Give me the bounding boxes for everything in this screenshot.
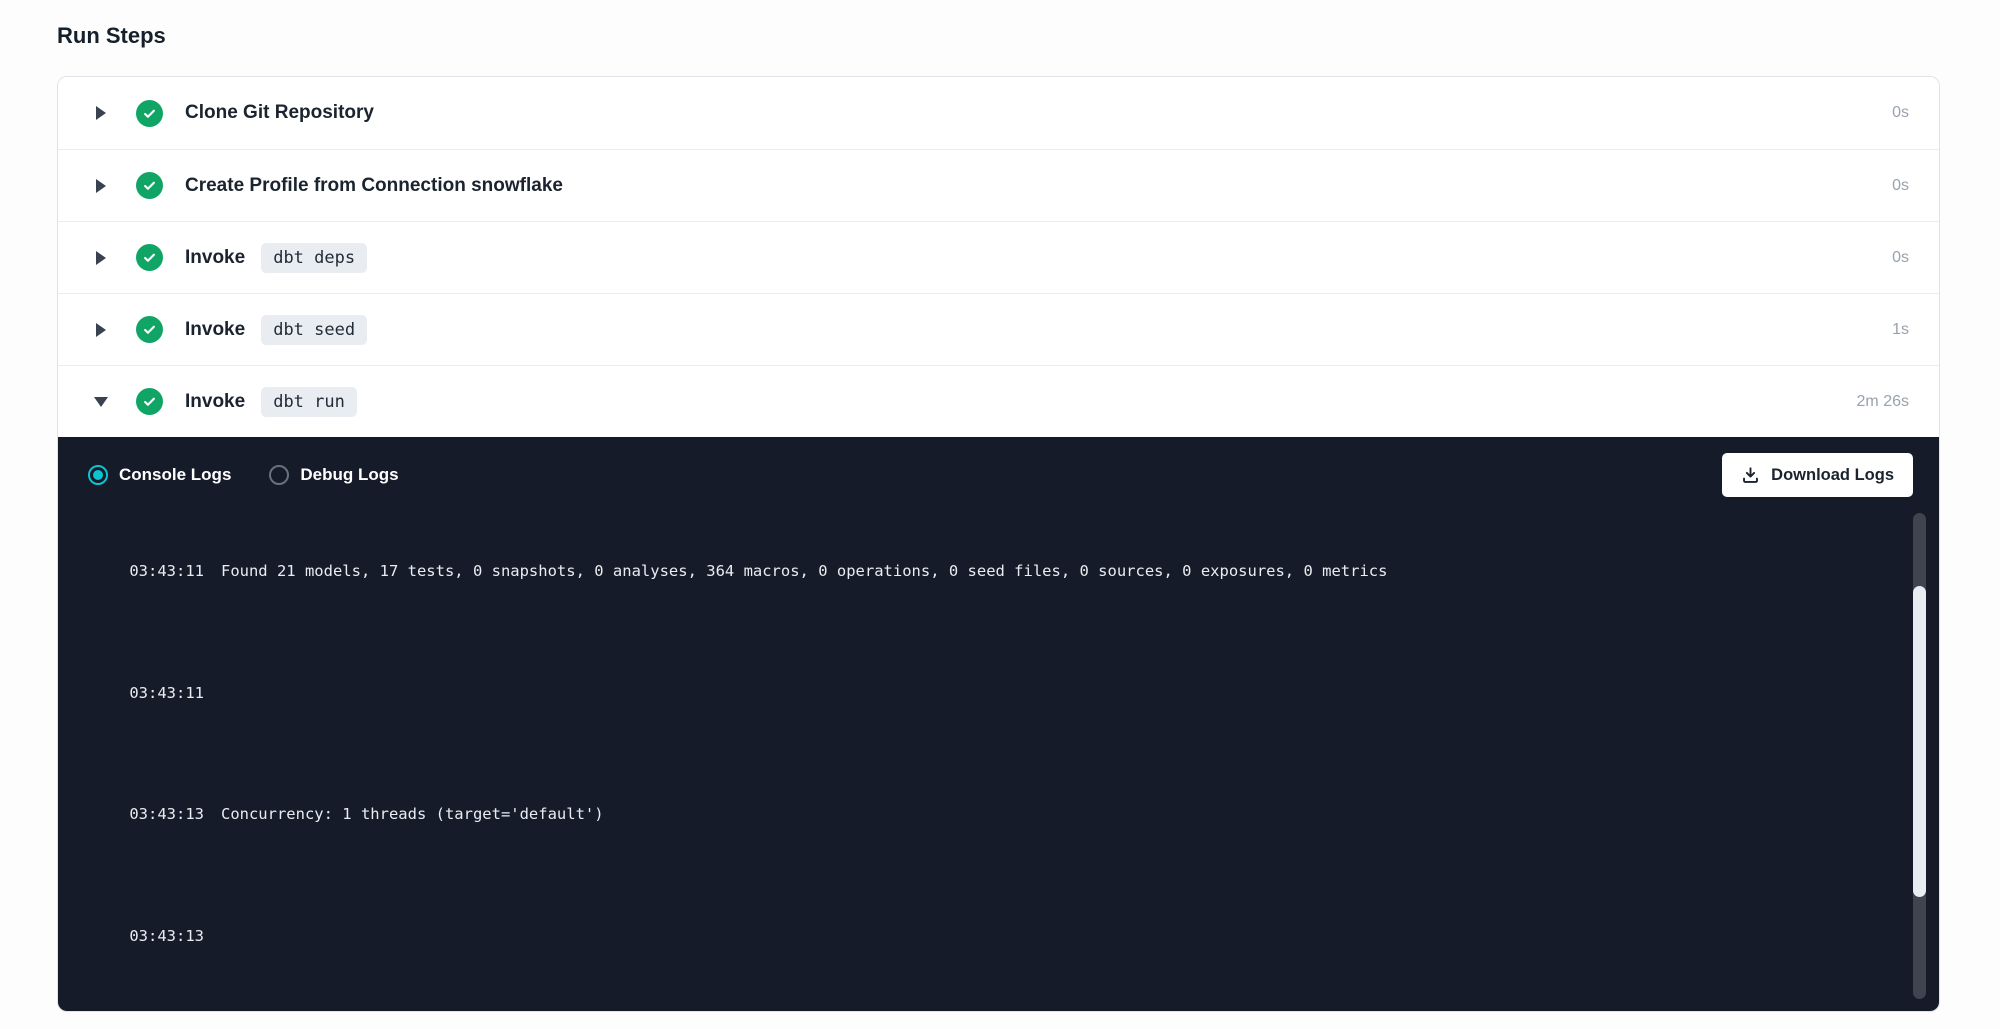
radio-icon	[88, 465, 108, 485]
success-check-icon	[136, 100, 163, 127]
step-duration: 0s	[1892, 249, 1909, 267]
log-message: Found 21 models, 17 tests, 0 snapshots, …	[221, 562, 1387, 580]
log-line: 03:43:11 Found 21 models, 17 tests, 0 sna…	[92, 541, 1879, 602]
step-command-badge: dbt seed	[261, 315, 367, 345]
tab-debug-logs[interactable]: Debug Logs	[269, 465, 398, 485]
step-duration: 0s	[1892, 104, 1909, 122]
caret-icon[interactable]	[92, 179, 110, 193]
log-timestamp: 03:43:11	[129, 562, 204, 580]
step-duration: 1s	[1892, 321, 1909, 339]
console-log-area[interactable]: 03:43:11 Found 21 models, 17 tests, 0 sna…	[58, 509, 1939, 1011]
success-check-icon	[136, 388, 163, 415]
step-command-badge: dbt run	[261, 387, 357, 417]
steps-card: Clone Git Repository 0s Create Profile f…	[57, 76, 1940, 1012]
log-scrollbar-thumb[interactable]	[1913, 586, 1926, 897]
page-title: Run Steps	[57, 22, 1940, 50]
download-button-label: Download Logs	[1771, 466, 1894, 485]
log-timestamp: 03:43:13	[129, 927, 204, 945]
step-label: Invoke	[185, 319, 245, 341]
step-label: Invoke	[185, 247, 245, 269]
download-icon	[1741, 466, 1760, 485]
caret-icon[interactable]	[92, 251, 110, 265]
download-logs-button[interactable]: Download Logs	[1722, 453, 1913, 497]
caret-icon[interactable]	[92, 106, 110, 120]
log-timestamp: 03:43:13	[129, 805, 204, 823]
steps-list: Clone Git Repository 0s Create Profile f…	[58, 77, 1939, 437]
step-duration: 2m 26s	[1857, 393, 1909, 411]
log-line: 03:43:11	[92, 662, 1879, 723]
log-scrollbar-track[interactable]	[1913, 513, 1926, 999]
success-check-icon	[136, 316, 163, 343]
step-label: Clone Git Repository	[185, 102, 374, 124]
step-row[interactable]: Invoke dbt deps 0s	[58, 221, 1939, 293]
log-timestamp: 03:43:11	[129, 684, 204, 702]
step-row[interactable]: Create Profile from Connection snowflake…	[58, 149, 1939, 221]
step-row[interactable]: Clone Git Repository 0s	[58, 77, 1939, 149]
radio-icon	[269, 465, 289, 485]
step-label: Create Profile from Connection snowflake	[185, 175, 563, 197]
step-duration: 0s	[1892, 177, 1909, 195]
step-row[interactable]: Invoke dbt seed 1s	[58, 293, 1939, 365]
console-log: 03:43:11 Found 21 models, 17 tests, 0 sna…	[92, 509, 1879, 1011]
tab-console-logs[interactable]: Console Logs	[88, 465, 231, 485]
caret-icon[interactable]	[92, 397, 110, 407]
log-line: 03:43:13 Concurrency: 1 threads (target='…	[92, 784, 1879, 845]
caret-icon[interactable]	[92, 323, 110, 337]
console-header: Console Logs Debug Logs Download Logs	[58, 437, 1939, 509]
success-check-icon	[136, 244, 163, 271]
log-tab-label: Debug Logs	[300, 465, 398, 485]
console-panel: Console Logs Debug Logs Download Logs	[58, 437, 1939, 1011]
step-label: Invoke	[185, 391, 245, 413]
step-command-badge: dbt deps	[261, 243, 367, 273]
log-tab-label: Console Logs	[119, 465, 231, 485]
log-line: 03:43:13	[92, 906, 1879, 967]
log-tabs: Console Logs Debug Logs	[88, 465, 399, 485]
step-row[interactable]: Invoke dbt run 2m 26s	[58, 365, 1939, 437]
run-steps-page: Run Steps Clone Git Repository 0s Create…	[0, 0, 2000, 1029]
success-check-icon	[136, 172, 163, 199]
log-message: Concurrency: 1 threads (target='default'…	[221, 805, 604, 823]
